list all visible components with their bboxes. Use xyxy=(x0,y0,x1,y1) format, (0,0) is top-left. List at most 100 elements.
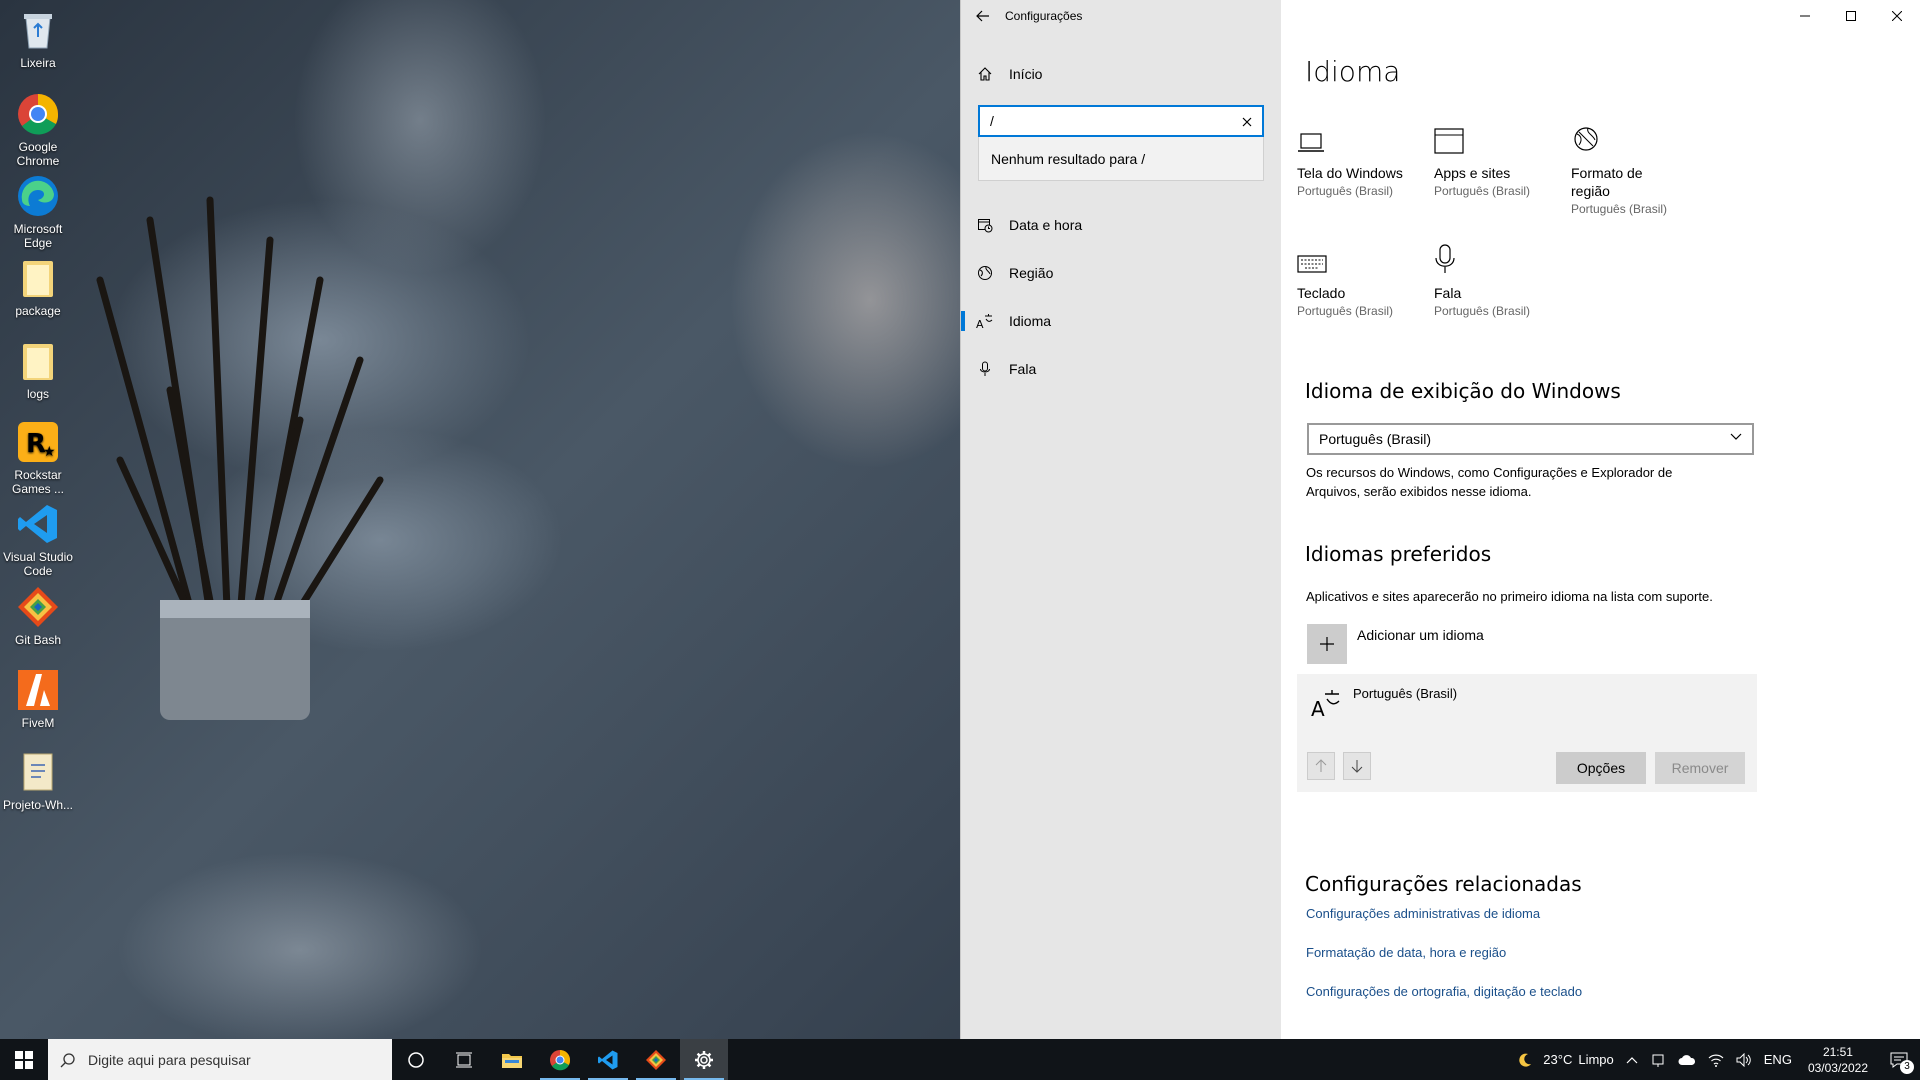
related-settings-heading: Configurações relacionadas xyxy=(1305,872,1582,896)
arrow-down-icon xyxy=(1351,760,1363,773)
maximize-button[interactable] xyxy=(1828,0,1874,32)
task-view-button[interactable] xyxy=(440,1039,488,1080)
keyboard-icon xyxy=(1297,240,1411,274)
desktop-icon-git-bash[interactable]: Git Bash xyxy=(0,583,76,647)
minimize-icon xyxy=(1800,15,1810,17)
tile-teclado[interactable]: Teclado Português (Brasil) xyxy=(1281,240,1411,318)
desktop-icon-label: Lixeira xyxy=(20,56,56,70)
back-arrow-icon xyxy=(976,10,989,22)
tray-input-language[interactable]: ENG xyxy=(1758,1039,1798,1080)
back-button[interactable] xyxy=(961,0,1005,32)
desktop-icon-recycle-bin[interactable]: Lixeira xyxy=(0,6,76,70)
cortana-button[interactable] xyxy=(392,1039,440,1080)
search-no-results: Nenhum resultado para / xyxy=(978,137,1264,181)
minimize-button[interactable] xyxy=(1782,0,1828,32)
sidebar-item-inicio[interactable]: Início xyxy=(961,54,1281,94)
taskbar-chrome[interactable] xyxy=(536,1039,584,1080)
desktop-icon-package[interactable]: package xyxy=(0,254,76,318)
close-icon xyxy=(1242,117,1252,127)
cortana-icon xyxy=(408,1051,424,1068)
move-down-button[interactable] xyxy=(1343,752,1371,780)
desktop-icon-rockstar-games[interactable]: R ★ Rockstar Games ... xyxy=(0,418,76,496)
usb-device-icon xyxy=(1652,1054,1664,1067)
browser-window-icon xyxy=(1434,120,1548,154)
taskbar-git[interactable] xyxy=(632,1039,680,1080)
settings-search-box[interactable] xyxy=(978,105,1264,137)
desktop-icon-projeto[interactable]: Projeto-Wh... xyxy=(0,748,76,812)
page-title: Idioma xyxy=(1305,55,1401,88)
clear-search-button[interactable] xyxy=(1238,113,1256,131)
desktop-icon-vscode[interactable]: Visual Studio Code xyxy=(0,500,76,578)
language-card-pt-br[interactable]: A Português (Brasil) Opções Remover xyxy=(1297,674,1757,792)
desktop-icon-fivem[interactable]: FiveM xyxy=(0,666,76,730)
settings-window: Configurações Início Nenhum resultado pa… xyxy=(960,0,1920,1039)
taskbar-search-box[interactable]: Digite aqui para pesquisar xyxy=(48,1039,392,1080)
weather-widget[interactable]: 23°C Limpo xyxy=(1511,1039,1619,1080)
desktop-icon-logs[interactable]: logs xyxy=(0,337,76,401)
tile-sub: Português (Brasil) xyxy=(1434,304,1531,318)
clock-time: 21:51 xyxy=(1822,1044,1853,1059)
speaker-icon xyxy=(1736,1052,1751,1067)
sidebar-item-data-e-hora[interactable]: Data e hora xyxy=(961,205,1281,245)
display-language-dropdown[interactable]: Português (Brasil) xyxy=(1307,423,1754,455)
tile-formato-de-regiao[interactable]: Formato de região Português (Brasil) xyxy=(1555,120,1685,216)
laptop-icon xyxy=(1297,120,1411,154)
sidebar-item-fala[interactable]: Fala xyxy=(961,349,1281,389)
fivem-icon xyxy=(14,666,62,714)
desktop-icon-google-chrome[interactable]: Google Chrome xyxy=(0,90,76,168)
start-button[interactable] xyxy=(0,1039,48,1080)
taskbar: Digite aqui para pesquisar 23°C Limpo EN… xyxy=(0,1039,1920,1080)
sidebar-item-idioma[interactable]: A Idioma xyxy=(961,301,1281,341)
tray-onedrive[interactable] xyxy=(1672,1039,1702,1080)
sidebar-item-label: Idioma xyxy=(1009,313,1052,329)
maximize-icon xyxy=(1846,11,1856,21)
close-button[interactable] xyxy=(1874,0,1920,32)
title-bar: Configurações xyxy=(961,0,1281,32)
tile-sub: Português (Brasil) xyxy=(1434,184,1531,198)
cloud-icon xyxy=(1678,1054,1695,1065)
desktop-icon-label: Google Chrome xyxy=(16,140,60,168)
rockstar-icon: R ★ xyxy=(14,418,62,466)
taskbar-clock[interactable]: 21:51 03/03/2022 xyxy=(1798,1044,1878,1076)
tray-volume[interactable] xyxy=(1730,1039,1758,1080)
move-up-button[interactable] xyxy=(1307,752,1335,780)
link-admin-language[interactable]: Configurações administrativas de idioma xyxy=(1306,906,1540,921)
language-icon: A xyxy=(961,313,1009,329)
tray-network[interactable] xyxy=(1702,1039,1730,1080)
sidebar-item-label: Região xyxy=(1009,265,1054,281)
desktop-icon-label: package xyxy=(15,304,61,318)
display-language-heading: Idioma de exibição do Windows xyxy=(1305,379,1621,403)
link-spelling-typing-keyboard[interactable]: Configurações de ortografia, digitação e… xyxy=(1306,984,1582,999)
tray-device-icon[interactable] xyxy=(1644,1039,1672,1080)
preferred-languages-description: Aplicativos e sites aparecerão no primei… xyxy=(1306,589,1713,604)
tile-apps-e-sites[interactable]: Apps e sites Português (Brasil) xyxy=(1418,120,1548,198)
sidebar-item-label: Data e hora xyxy=(1009,217,1083,233)
link-date-time-region[interactable]: Formatação de data, hora e região xyxy=(1306,945,1506,960)
sidebar-item-regiao[interactable]: Região xyxy=(961,253,1281,293)
taskbar-file-explorer[interactable] xyxy=(488,1039,536,1080)
sidebar-item-label: Fala xyxy=(1009,361,1037,377)
weather-temp: 23°C xyxy=(1543,1052,1573,1067)
settings-content: Idioma Tela do Windows Português (Brasil… xyxy=(1281,0,1920,1039)
remove-button[interactable]: Remover xyxy=(1655,752,1745,784)
tile-tela-do-windows[interactable]: Tela do Windows Português (Brasil) xyxy=(1281,120,1411,198)
vscode-icon xyxy=(14,500,62,548)
add-language-button[interactable]: Adicionar um idioma xyxy=(1307,624,1484,664)
chevron-down-icon xyxy=(1730,433,1742,440)
taskbar-settings[interactable] xyxy=(680,1039,728,1080)
weather-condition: Limpo xyxy=(1578,1052,1614,1067)
desktop-icon-microsoft-edge[interactable]: Microsoft Edge xyxy=(0,172,76,250)
notification-count-badge: 3 xyxy=(1900,1060,1914,1074)
action-center-button[interactable]: 3 xyxy=(1878,1039,1920,1080)
microphone-icon xyxy=(1434,240,1548,274)
tile-fala[interactable]: Fala Português (Brasil) xyxy=(1418,240,1548,318)
taskbar-vscode[interactable] xyxy=(584,1039,632,1080)
show-hidden-icons-button[interactable] xyxy=(1620,1039,1644,1080)
preferred-languages-heading: Idiomas preferidos xyxy=(1305,542,1492,566)
wifi-icon xyxy=(1708,1054,1724,1067)
add-language-label: Adicionar um idioma xyxy=(1357,627,1484,643)
tile-sub: Português (Brasil) xyxy=(1297,304,1394,318)
options-button[interactable]: Opções xyxy=(1556,752,1646,784)
search-input[interactable] xyxy=(990,113,1230,129)
tile-name: Formato de região xyxy=(1571,165,1643,199)
